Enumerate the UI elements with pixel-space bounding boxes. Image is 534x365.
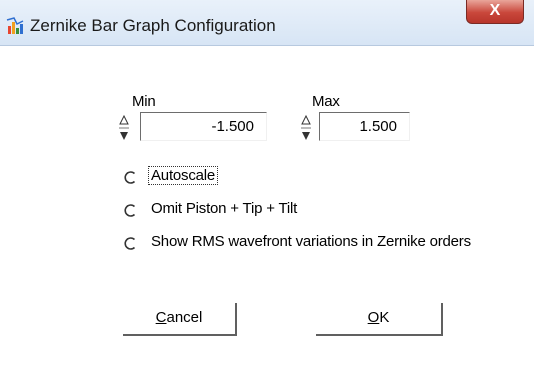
max-value-field[interactable]: 1.500 xyxy=(319,112,410,141)
max-label: Max xyxy=(312,93,340,110)
spin-up-icon[interactable] xyxy=(119,114,129,125)
min-spinner[interactable] xyxy=(118,113,130,143)
spin-down-icon[interactable] xyxy=(302,132,310,140)
cancel-label: ancel xyxy=(166,309,203,326)
show-rms-variations-label: Show RMS wavefront variations in Zernike… xyxy=(151,233,471,250)
cancel-mnemonic: C xyxy=(155,309,167,326)
close-button[interactable]: X xyxy=(466,0,524,24)
app-icon xyxy=(6,17,24,34)
radio-button-icon[interactable] xyxy=(124,237,137,250)
max-spinner[interactable] xyxy=(300,113,312,143)
window-title: Zernike Bar Graph Configuration xyxy=(30,16,276,35)
title-bar: Zernike Bar Graph Configuration X xyxy=(0,0,534,46)
ok-button[interactable]: OK xyxy=(316,303,443,336)
radio-button-icon[interactable] xyxy=(124,171,137,184)
spin-down-icon[interactable] xyxy=(120,132,128,140)
spin-up-icon[interactable] xyxy=(301,114,311,125)
focus-rectangle: Autoscale xyxy=(148,166,219,185)
close-icon: X xyxy=(489,2,501,19)
autoscale-label: Autoscale xyxy=(148,166,219,185)
ok-label: K xyxy=(379,309,390,326)
radio-button-icon[interactable] xyxy=(124,204,137,217)
min-value-field[interactable]: -1.500 xyxy=(140,112,267,141)
ok-mnemonic: O xyxy=(367,309,380,326)
min-label: Min xyxy=(132,93,156,110)
omit-piston-tip-tilt-label: Omit Piston + Tip + Tilt xyxy=(151,200,298,217)
cancel-button[interactable]: Cancel xyxy=(123,303,237,336)
